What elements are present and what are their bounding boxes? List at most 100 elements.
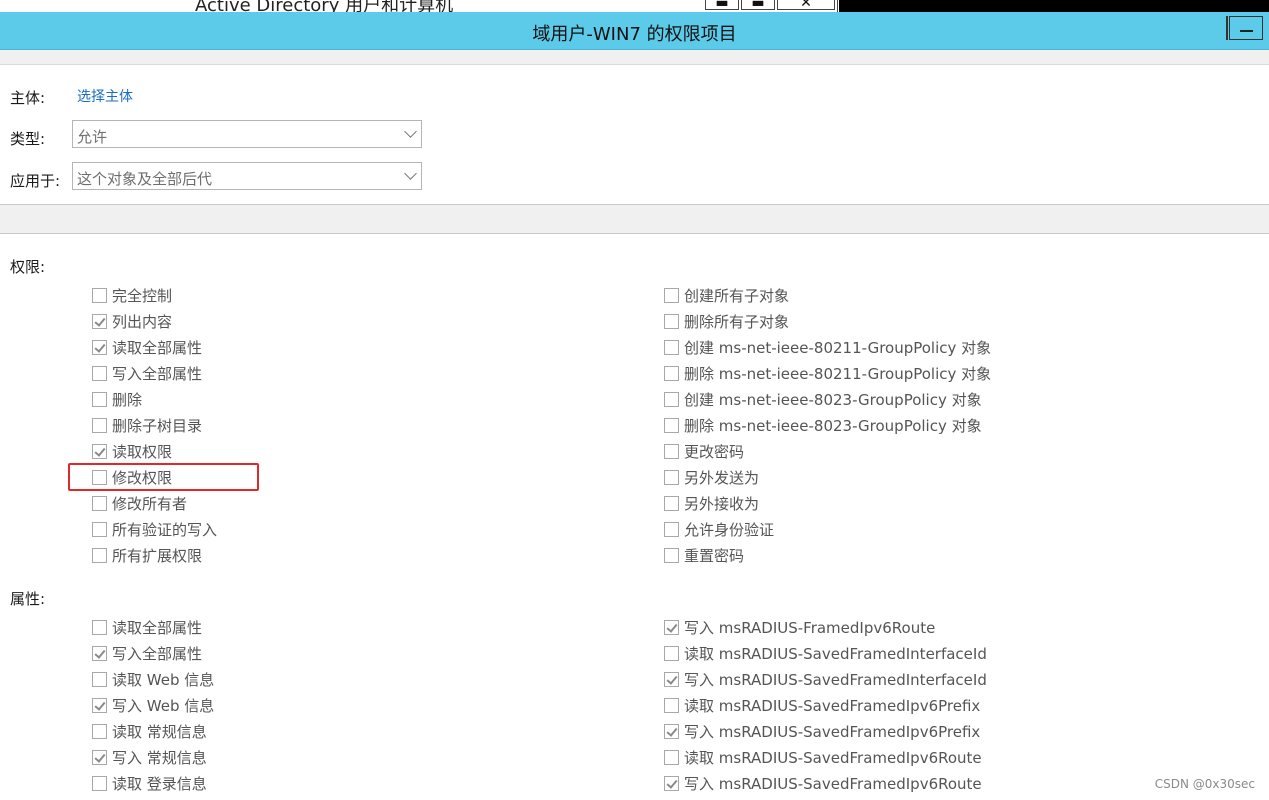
permission-item[interactable]: 写入 msRADIUS-SavedFramedIpv6Prefix [664,718,987,744]
checkbox-checked[interactable] [664,671,679,687]
checkbox-label: 列出内容 [112,312,173,331]
background-window-title: Active Directory 用户和计算机 [195,0,454,12]
checkbox[interactable] [664,313,679,329]
checkbox-label: 读取 常规信息 [112,722,207,741]
permission-item[interactable]: 允许身份验证 [664,516,991,542]
checkbox[interactable] [92,287,107,303]
permission-item[interactable]: 删除子树目录 [92,412,217,438]
checkbox-label: 允许身份验证 [684,520,775,539]
checkbox-label: 读取 msRADIUS-SavedFramedIpv6Route [684,748,982,767]
permission-item[interactable]: 写入 Web 信息 [92,692,214,718]
permission-item[interactable]: 另外发送为 [664,464,991,490]
permission-item[interactable]: 另外接收为 [664,490,991,516]
permission-item[interactable]: 所有扩展权限 [92,542,217,568]
permission-item[interactable]: 创建所有子对象 [664,282,991,308]
checkbox[interactable] [92,723,107,739]
dialog-minimize-button[interactable] [1229,16,1263,40]
checkbox-checked[interactable] [92,749,107,765]
permission-item[interactable]: 修改所有者 [92,490,217,516]
checkbox-label: 写入 msRADIUS-FramedIpv6Route [684,618,936,637]
permission-item[interactable]: 更改密码 [664,438,991,464]
checkbox[interactable] [664,287,679,303]
checkbox[interactable] [664,547,679,563]
permission-item[interactable]: 写入全部属性 [92,640,214,666]
permission-item[interactable]: 删除 ms-net-ieee-80211-GroupPolicy 对象 [664,360,991,386]
checkbox[interactable] [92,775,107,791]
checkbox-label: 所有验证的写入 [112,520,218,539]
checkbox-checked[interactable] [664,723,679,739]
checkbox[interactable] [664,365,679,381]
type-dropdown[interactable]: 允许 [72,120,422,148]
checkbox-label: 写入 msRADIUS-SavedFramedInterfaceId [684,670,987,689]
checkbox-label: 写入全部属性 [112,644,203,663]
checkbox-checked[interactable] [92,697,107,713]
close-button[interactable]: ✕ [777,0,835,10]
checkbox[interactable] [92,365,107,381]
checkbox[interactable] [92,521,107,537]
checkbox-label: 另外发送为 [684,468,760,487]
checkbox-checked[interactable] [664,619,679,635]
permission-item[interactable]: 删除 [92,386,217,412]
type-label: 类型: [10,130,46,148]
checkbox[interactable] [664,521,679,537]
permission-item[interactable]: 读取 msRADIUS-SavedFramedIpv6Prefix [664,692,987,718]
checkbox[interactable] [664,391,679,407]
checkbox-label: 写入 msRADIUS-SavedFramedIpv6Route [684,774,982,793]
permission-item[interactable]: 读取 Web 信息 [92,666,214,692]
checkbox[interactable] [664,749,679,765]
permission-item[interactable]: 写入全部属性 [92,360,217,386]
permission-item[interactable]: 完全控制 [92,282,217,308]
permission-item[interactable]: 写入 msRADIUS-FramedIpv6Route [664,614,987,640]
checkbox[interactable] [664,645,679,661]
checkbox-label: 完全控制 [112,286,173,305]
checkbox-label: 重置密码 [684,546,745,565]
minimize-button[interactable]: ▬ [705,0,739,10]
permission-item[interactable]: 读取全部属性 [92,614,214,640]
permission-item[interactable]: 重置密码 [664,542,991,568]
permission-item[interactable]: 创建 ms-net-ieee-80211-GroupPolicy 对象 [664,334,991,360]
checkbox[interactable] [92,547,107,563]
permission-item[interactable]: 列出内容 [92,308,217,334]
permission-item[interactable]: 读取 msRADIUS-SavedFramedInterfaceId [664,640,987,666]
permission-item[interactable]: 读取全部属性 [92,334,217,360]
permission-item[interactable]: 读取 常规信息 [92,718,214,744]
checkbox[interactable] [664,339,679,355]
checkbox[interactable] [664,417,679,433]
dialog-title-bar: 域用户-WIN7 的权限项目 [0,12,1269,50]
permission-item[interactable]: 写入 常规信息 [92,744,214,770]
checkbox[interactable] [664,697,679,713]
checkbox-label: 创建所有子对象 [684,286,790,305]
permission-item[interactable]: 读取 登录信息 [92,770,214,796]
permission-item[interactable]: 创建 ms-net-ieee-8023-GroupPolicy 对象 [664,386,991,412]
checkbox-checked[interactable] [92,339,107,355]
permission-item[interactable]: 读取 msRADIUS-SavedFramedIpv6Route [664,744,987,770]
permission-item[interactable]: 写入 msRADIUS-SavedFramedInterfaceId [664,666,987,692]
checkbox[interactable] [92,417,107,433]
checkbox[interactable] [664,495,679,511]
checkbox-label: 读取全部属性 [112,618,203,637]
checkbox-checked[interactable] [664,775,679,791]
permission-item[interactable]: 删除 ms-net-ieee-8023-GroupPolicy 对象 [664,412,991,438]
checkbox-checked[interactable] [92,313,107,329]
principal-label: 主体: [10,89,46,107]
permissions-list-right: 创建所有子对象删除所有子对象 创建 ms-net-ieee-80211-Group… [664,282,991,568]
maximize-button[interactable]: ▬ [741,0,775,10]
checkbox[interactable] [92,391,107,407]
permission-item[interactable]: 写入 msRADIUS-SavedFramedIpv6Route [664,770,987,796]
permission-item[interactable]: 删除所有子对象 [664,308,991,334]
select-principal-link[interactable]: 选择主体 [77,86,133,106]
checkbox-label: 读取 msRADIUS-SavedFramedInterfaceId [684,644,987,663]
checkbox-checked[interactable] [92,443,107,459]
applies-to-dropdown[interactable]: 这个对象及全部后代 [72,162,422,190]
properties-list-right: 写入 msRADIUS-FramedIpv6Route 读取 msRADIUS-S… [664,614,987,796]
dialog-title: 域用户-WIN7 的权限项目 [532,24,737,45]
checkbox-checked[interactable] [92,645,107,661]
checkbox[interactable] [92,671,107,687]
checkbox[interactable] [92,619,107,635]
permission-item[interactable]: 所有验证的写入 [92,516,217,542]
header-band [0,50,1269,65]
permission-item[interactable]: 读取权限 [92,438,217,464]
checkbox[interactable] [664,443,679,459]
checkbox[interactable] [664,469,679,485]
checkbox[interactable] [92,495,107,511]
